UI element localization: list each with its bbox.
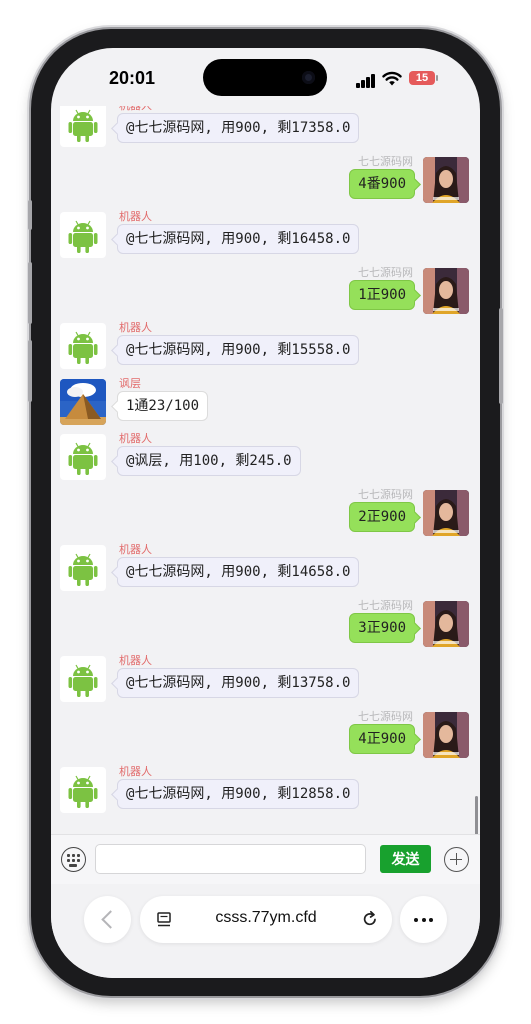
user-avatar[interactable] bbox=[423, 600, 469, 647]
android-icon[interactable] bbox=[60, 323, 106, 369]
sender-name: 七七源码网 bbox=[358, 265, 413, 279]
message-bubble[interactable]: 4番900 bbox=[349, 168, 415, 199]
chat-message: 七七源码网 1正900 bbox=[51, 264, 480, 314]
user-avatar bbox=[423, 489, 469, 536]
chat-message: 机器人 @七七源码网, 用900, 剩15558.0 bbox=[51, 319, 480, 369]
keyboard-icon[interactable] bbox=[61, 847, 86, 872]
chat-message: 七七源码网 2正900 bbox=[51, 486, 480, 536]
user-avatar bbox=[423, 267, 469, 314]
reload-icon[interactable] bbox=[361, 910, 379, 928]
volume-down-button bbox=[28, 340, 32, 402]
android-icon bbox=[60, 767, 106, 813]
back-button[interactable] bbox=[84, 896, 131, 943]
android-icon[interactable] bbox=[60, 656, 106, 702]
volume-up-button bbox=[28, 262, 32, 324]
pyramid-avatar bbox=[60, 378, 106, 425]
sender-name: 机器人 bbox=[119, 321, 152, 334]
android-icon bbox=[60, 212, 106, 258]
action-button bbox=[28, 200, 32, 230]
sender-name: 机器人 bbox=[119, 654, 152, 667]
message-input[interactable] bbox=[95, 844, 366, 874]
chat-message: 七七源码网 4番900 bbox=[51, 153, 480, 203]
android-icon bbox=[60, 434, 106, 480]
pyramid-avatar[interactable] bbox=[60, 378, 106, 425]
plus-icon[interactable] bbox=[444, 847, 469, 872]
chat-message: 机器人@七七源码网, 用900, 剩17358.0 bbox=[51, 106, 480, 147]
address-bar[interactable]: csss.77ym.cfd bbox=[140, 896, 392, 943]
wifi-icon bbox=[382, 71, 402, 86]
status-time: 20:01 bbox=[109, 68, 156, 88]
android-icon[interactable] bbox=[60, 545, 106, 591]
android-icon[interactable] bbox=[60, 434, 106, 480]
camera-icon bbox=[302, 71, 315, 84]
browser-toolbar: csss.77ym.cfd bbox=[51, 884, 480, 978]
chat-message: 机器人 @七七源码网, 用900, 剩12858.0 bbox=[51, 763, 480, 813]
android-icon[interactable] bbox=[60, 212, 106, 258]
android-icon[interactable] bbox=[60, 767, 106, 813]
sender-name: 机器人 bbox=[119, 210, 152, 223]
sender-name: 七七源码网 bbox=[358, 709, 413, 723]
user-avatar bbox=[423, 156, 469, 203]
message-bubble[interactable]: @七七源码网, 用900, 剩17358.0 bbox=[117, 113, 360, 143]
android-icon[interactable] bbox=[60, 106, 106, 147]
message-bubble[interactable]: 4正900 bbox=[349, 723, 415, 754]
signal-icon bbox=[356, 74, 376, 88]
user-avatar[interactable] bbox=[423, 489, 469, 536]
sender-name: 七七源码网 bbox=[358, 154, 413, 168]
message-bubble[interactable]: 3正900 bbox=[349, 612, 415, 643]
message-bubble[interactable]: @讽层, 用100, 剩245.0 bbox=[117, 446, 301, 476]
user-avatar bbox=[423, 600, 469, 647]
sender-name: 机器人 bbox=[119, 765, 152, 778]
chat-message: 机器人 @七七源码网, 用900, 剩14658.0 bbox=[51, 541, 480, 591]
android-icon bbox=[60, 323, 106, 369]
chat-message-list[interactable]: 机器人@七七源码网, 用900, 剩17358.0七七源码网4番900机器人@七… bbox=[51, 106, 480, 834]
user-avatar[interactable] bbox=[423, 711, 469, 758]
chat-message: 机器人 @七七源码网, 用900, 剩16458.0 bbox=[51, 208, 480, 258]
chat-input-bar: 发送 bbox=[51, 834, 480, 884]
message-bubble[interactable]: 1通23/100 bbox=[117, 390, 209, 421]
sender-name: 讽层 bbox=[119, 376, 141, 390]
android-icon bbox=[60, 106, 106, 147]
chat-message: 七七源码网 4正900 bbox=[51, 708, 480, 758]
sender-name: 七七源码网 bbox=[358, 598, 413, 612]
user-avatar[interactable] bbox=[423, 156, 469, 203]
phone-screen: 20:01 15 机器人@七七源码网, 用900, 剩17358.0七七源码网4… bbox=[51, 48, 480, 978]
message-bubble[interactable]: @七七源码网, 用900, 剩13758.0 bbox=[117, 668, 360, 698]
chat-message: 七七源码网 3正900 bbox=[51, 597, 480, 647]
sender-name: 机器人 bbox=[119, 543, 152, 556]
power-button bbox=[499, 308, 503, 404]
send-button[interactable]: 发送 bbox=[380, 845, 431, 873]
android-icon bbox=[60, 545, 106, 591]
user-avatar bbox=[423, 711, 469, 758]
chat-message: 机器人 @七七源码网, 用900, 剩13758.0 bbox=[51, 652, 480, 702]
message-bubble[interactable]: @七七源码网, 用900, 剩12858.0 bbox=[117, 779, 360, 809]
more-options-button[interactable] bbox=[400, 896, 447, 943]
sender-name: 机器人 bbox=[119, 432, 152, 445]
chat-message: 讽层 1通23/100 bbox=[51, 375, 480, 425]
battery-icon: 15 bbox=[409, 71, 438, 85]
android-icon bbox=[60, 656, 106, 702]
chat-message: 机器人 @讽层, 用100, 剩245.0 bbox=[51, 430, 480, 480]
chat-scrollbar[interactable] bbox=[475, 796, 478, 834]
message-bubble[interactable]: @七七源码网, 用900, 剩15558.0 bbox=[117, 335, 360, 365]
dynamic-island bbox=[203, 59, 327, 96]
sender-name: 七七源码网 bbox=[358, 487, 413, 501]
url-text: csss.77ym.cfd bbox=[215, 909, 317, 926]
status-bar: 20:01 15 bbox=[51, 48, 480, 106]
message-bubble[interactable]: @七七源码网, 用900, 剩16458.0 bbox=[117, 224, 360, 254]
message-bubble[interactable]: @七七源码网, 用900, 剩14658.0 bbox=[117, 557, 360, 587]
message-bubble[interactable]: 1正900 bbox=[349, 279, 415, 310]
message-bubble[interactable]: 2正900 bbox=[349, 501, 415, 532]
user-avatar[interactable] bbox=[423, 267, 469, 314]
sender-name: 机器人 bbox=[119, 106, 152, 113]
